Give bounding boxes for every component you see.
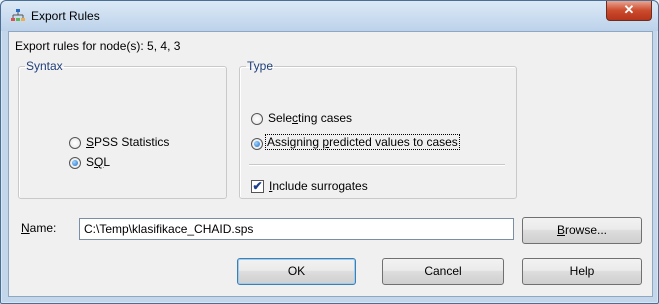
browse-button[interactable]: Browse... bbox=[522, 217, 642, 244]
title-bar[interactable]: Export Rules ✕ bbox=[1, 1, 658, 31]
include-surrogates-checkbox[interactable]: ✔ bbox=[251, 180, 264, 193]
type-legend: Type bbox=[247, 59, 274, 73]
close-icon: ✕ bbox=[623, 2, 635, 17]
selecting-cases-radio[interactable] bbox=[251, 113, 263, 125]
type-group: Type bbox=[239, 59, 517, 199]
close-button[interactable]: ✕ bbox=[606, 1, 652, 21]
help-button[interactable]: Help bbox=[522, 258, 642, 285]
ok-button[interactable]: OK bbox=[237, 258, 356, 285]
export-rules-dialog: Export Rules ✕ Export rules for node(s):… bbox=[0, 0, 659, 304]
assigning-predicted-values-label[interactable]: Assigning predicted values to cases bbox=[265, 134, 460, 150]
type-separator bbox=[249, 164, 505, 166]
selecting-cases-label[interactable]: Selecting cases bbox=[268, 111, 352, 125]
syntax-group: Syntax bbox=[18, 59, 227, 199]
window-title: Export Rules bbox=[31, 9, 100, 23]
assigning-predicted-values-radio[interactable] bbox=[251, 138, 263, 150]
name-label: Name: bbox=[21, 221, 57, 235]
sql-radio[interactable] bbox=[69, 157, 81, 169]
filename-input[interactable]: C:\Temp\klasifikace_CHAID.sps bbox=[79, 218, 514, 240]
sql-label[interactable]: SQL bbox=[86, 155, 110, 169]
dialog-body: Export rules for node(s): 5, 4, 3 Syntax… bbox=[8, 31, 653, 297]
include-surrogates-label[interactable]: Include surrogates bbox=[269, 179, 368, 193]
spss-statistics-label[interactable]: SPSS Statistics bbox=[86, 135, 169, 149]
decision-tree-icon bbox=[11, 9, 25, 21]
cancel-button[interactable]: Cancel bbox=[382, 258, 504, 285]
export-nodes-label: Export rules for node(s): 5, 4, 3 bbox=[15, 39, 181, 53]
spss-statistics-radio[interactable] bbox=[69, 137, 81, 149]
syntax-legend: Syntax bbox=[26, 59, 63, 73]
checkmark-icon: ✔ bbox=[252, 179, 263, 193]
